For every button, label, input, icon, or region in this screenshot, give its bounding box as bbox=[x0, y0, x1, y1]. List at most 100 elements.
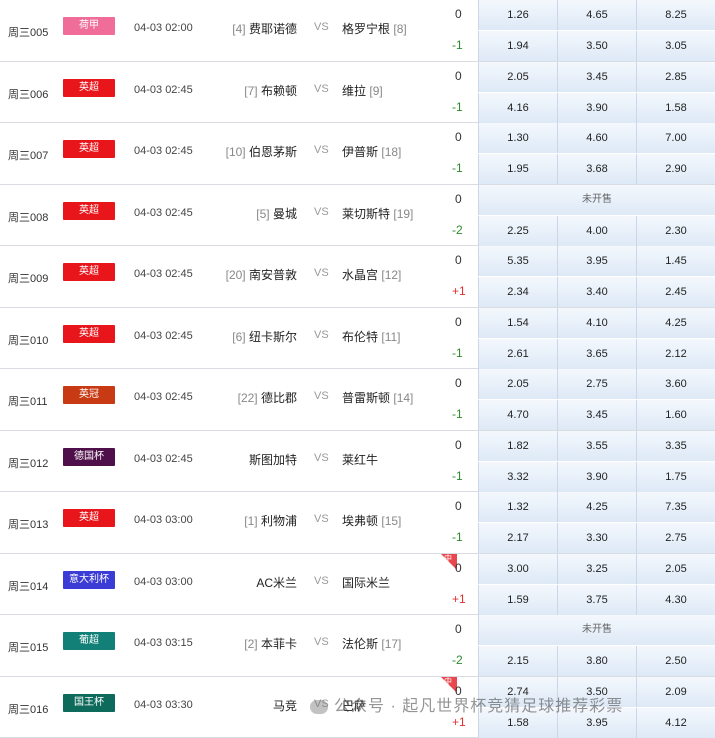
league-badge[interactable]: 英超 bbox=[63, 509, 115, 527]
match-row[interactable]: 周三008英超04-03 02:45[5] 曼城VS莱切斯特 [19]0-2未开… bbox=[0, 185, 715, 247]
odds-win[interactable]: 1.30 bbox=[478, 123, 557, 153]
match-row[interactable]: 周三007英超04-03 02:45[10] 伯恩茅斯VS伊普斯 [18]0-1… bbox=[0, 123, 715, 185]
odds-handicap-lose[interactable]: 2.30 bbox=[636, 216, 715, 246]
match-row[interactable]: 周三005荷甲04-03 02:00[4] 费耶诺德VS格罗宁根 [8]0-11… bbox=[0, 0, 715, 62]
away-team[interactable]: 布伦特 [11] bbox=[342, 328, 400, 345]
odds-win[interactable]: 5.35 bbox=[478, 246, 557, 276]
odds-handicap-draw[interactable]: 3.75 bbox=[557, 585, 636, 615]
odds-handicap-draw[interactable]: 3.90 bbox=[557, 93, 636, 123]
match-row[interactable]: 周三010英超04-03 02:45[6] 纽卡斯尔VS布伦特 [11]0-11… bbox=[0, 308, 715, 370]
odds-handicap-lose[interactable]: 3.05 bbox=[636, 31, 715, 61]
odds-handicap-win[interactable]: 4.70 bbox=[478, 400, 557, 430]
match-row[interactable]: 周三009英超04-03 02:45[20] 南安普敦VS水晶宫 [12]0+1… bbox=[0, 246, 715, 308]
match-row[interactable]: 周三012德国杯04-03 02:45斯图加特VS莱红牛0-11.823.553… bbox=[0, 431, 715, 493]
odds-handicap-lose[interactable]: 4.12 bbox=[636, 708, 715, 738]
away-team[interactable]: 格罗宁根 [8] bbox=[342, 20, 407, 37]
odds-draw[interactable]: 4.60 bbox=[557, 123, 636, 153]
odds-lose[interactable]: 3.35 bbox=[636, 431, 715, 461]
odds-draw[interactable]: 3.55 bbox=[557, 431, 636, 461]
home-team[interactable]: [6] 纽卡斯尔 bbox=[232, 328, 297, 345]
odds-lose[interactable]: 4.25 bbox=[636, 308, 715, 338]
home-team[interactable]: 斯图加特 bbox=[249, 451, 297, 468]
match-row[interactable]: 周三013英超04-03 03:00[1] 利物浦VS埃弗顿 [15]0-11.… bbox=[0, 492, 715, 554]
match-row[interactable]: 周三006英超04-03 02:45[7] 布赖顿VS维拉 [9]0-12.05… bbox=[0, 62, 715, 124]
odds-handicap-draw[interactable]: 3.50 bbox=[557, 31, 636, 61]
odds-draw[interactable]: 3.95 bbox=[557, 246, 636, 276]
odds-draw[interactable]: 3.45 bbox=[557, 62, 636, 92]
odds-handicap-draw[interactable]: 3.68 bbox=[557, 154, 636, 184]
odds-handicap-draw[interactable]: 3.90 bbox=[557, 462, 636, 492]
odds-handicap-draw[interactable]: 3.40 bbox=[557, 277, 636, 307]
match-row[interactable]: 周三015葡超04-03 03:15[2] 本菲卡VS法伦斯 [17]0-2未开… bbox=[0, 615, 715, 677]
odds-handicap-lose[interactable]: 2.45 bbox=[636, 277, 715, 307]
odds-handicap-win[interactable]: 2.61 bbox=[478, 339, 557, 369]
odds-handicap-win[interactable]: 2.25 bbox=[478, 216, 557, 246]
home-team[interactable]: [20] 南安普敦 bbox=[226, 266, 297, 283]
home-team[interactable]: [2] 本菲卡 bbox=[244, 635, 297, 652]
away-team[interactable]: 莱切斯特 [19] bbox=[342, 205, 413, 222]
odds-win[interactable]: 2.05 bbox=[478, 369, 557, 399]
odds-win[interactable]: 1.32 bbox=[478, 492, 557, 522]
match-row[interactable]: 周三014意大利杯04-03 03:00AC米兰VS国际米兰中0+13.003.… bbox=[0, 554, 715, 616]
odds-handicap-lose[interactable]: 2.75 bbox=[636, 523, 715, 553]
league-badge[interactable]: 英冠 bbox=[63, 386, 115, 404]
away-team[interactable]: 维拉 [9] bbox=[342, 82, 383, 99]
league-badge[interactable]: 德国杯 bbox=[63, 448, 115, 466]
odds-lose[interactable]: 1.45 bbox=[636, 246, 715, 276]
home-team[interactable]: [22] 德比郡 bbox=[238, 389, 297, 406]
league-badge[interactable]: 英超 bbox=[63, 202, 115, 220]
league-badge[interactable]: 荷甲 bbox=[63, 17, 115, 35]
odds-win[interactable]: 2.05 bbox=[478, 62, 557, 92]
odds-handicap-lose[interactable]: 2.90 bbox=[636, 154, 715, 184]
league-badge[interactable]: 英超 bbox=[63, 140, 115, 158]
odds-handicap-draw[interactable]: 3.80 bbox=[557, 646, 636, 676]
league-badge[interactable]: 英超 bbox=[63, 263, 115, 281]
odds-handicap-win[interactable]: 2.17 bbox=[478, 523, 557, 553]
league-badge[interactable]: 英超 bbox=[63, 325, 115, 343]
away-team[interactable]: 莱红牛 bbox=[342, 451, 378, 468]
odds-lose[interactable]: 2.09 bbox=[636, 677, 715, 707]
odds-handicap-win[interactable]: 1.94 bbox=[478, 31, 557, 61]
odds-draw[interactable]: 2.75 bbox=[557, 369, 636, 399]
odds-handicap-win[interactable]: 2.34 bbox=[478, 277, 557, 307]
odds-handicap-lose[interactable]: 1.75 bbox=[636, 462, 715, 492]
home-team[interactable]: [10] 伯恩茅斯 bbox=[226, 143, 297, 160]
odds-lose[interactable]: 2.85 bbox=[636, 62, 715, 92]
odds-lose[interactable]: 7.00 bbox=[636, 123, 715, 153]
odds-handicap-lose[interactable]: 1.58 bbox=[636, 93, 715, 123]
odds-handicap-draw[interactable]: 4.00 bbox=[557, 216, 636, 246]
home-team[interactable]: [5] 曼城 bbox=[256, 205, 297, 222]
match-row[interactable]: 周三011英冠04-03 02:45[22] 德比郡VS普雷斯顿 [14]0-1… bbox=[0, 369, 715, 431]
odds-draw[interactable]: 4.25 bbox=[557, 492, 636, 522]
odds-lose[interactable]: 8.25 bbox=[636, 0, 715, 30]
odds-handicap-lose[interactable]: 2.50 bbox=[636, 646, 715, 676]
home-team[interactable]: AC米兰 bbox=[256, 574, 297, 591]
away-team[interactable]: 普雷斯顿 [14] bbox=[342, 389, 413, 406]
odds-handicap-lose[interactable]: 2.12 bbox=[636, 339, 715, 369]
odds-handicap-win[interactable]: 3.32 bbox=[478, 462, 557, 492]
odds-win[interactable]: 3.00 bbox=[478, 554, 557, 584]
odds-handicap-lose[interactable]: 4.30 bbox=[636, 585, 715, 615]
league-badge[interactable]: 葡超 bbox=[63, 632, 115, 650]
home-team[interactable]: [4] 费耶诺德 bbox=[232, 20, 297, 37]
league-badge[interactable]: 英超 bbox=[63, 79, 115, 97]
odds-lose[interactable]: 2.05 bbox=[636, 554, 715, 584]
odds-handicap-draw[interactable]: 3.45 bbox=[557, 400, 636, 430]
away-team[interactable]: 国际米兰 bbox=[342, 574, 390, 591]
odds-draw[interactable]: 3.25 bbox=[557, 554, 636, 584]
odds-handicap-win[interactable]: 1.95 bbox=[478, 154, 557, 184]
away-team[interactable]: 水晶宫 [12] bbox=[342, 266, 401, 283]
odds-handicap-win[interactable]: 2.15 bbox=[478, 646, 557, 676]
league-badge[interactable]: 国王杯 bbox=[63, 694, 115, 712]
league-badge[interactable]: 意大利杯 bbox=[63, 571, 115, 589]
away-team[interactable]: 埃弗顿 [15] bbox=[342, 512, 401, 529]
odds-draw[interactable]: 4.10 bbox=[557, 308, 636, 338]
odds-handicap-lose[interactable]: 1.60 bbox=[636, 400, 715, 430]
home-team[interactable]: [1] 利物浦 bbox=[244, 512, 297, 529]
odds-handicap-win[interactable]: 1.59 bbox=[478, 585, 557, 615]
away-team[interactable]: 伊普斯 [18] bbox=[342, 143, 401, 160]
odds-draw[interactable]: 4.65 bbox=[557, 0, 636, 30]
odds-handicap-draw[interactable]: 3.65 bbox=[557, 339, 636, 369]
odds-lose[interactable]: 3.60 bbox=[636, 369, 715, 399]
away-team[interactable]: 法伦斯 [17] bbox=[342, 635, 401, 652]
